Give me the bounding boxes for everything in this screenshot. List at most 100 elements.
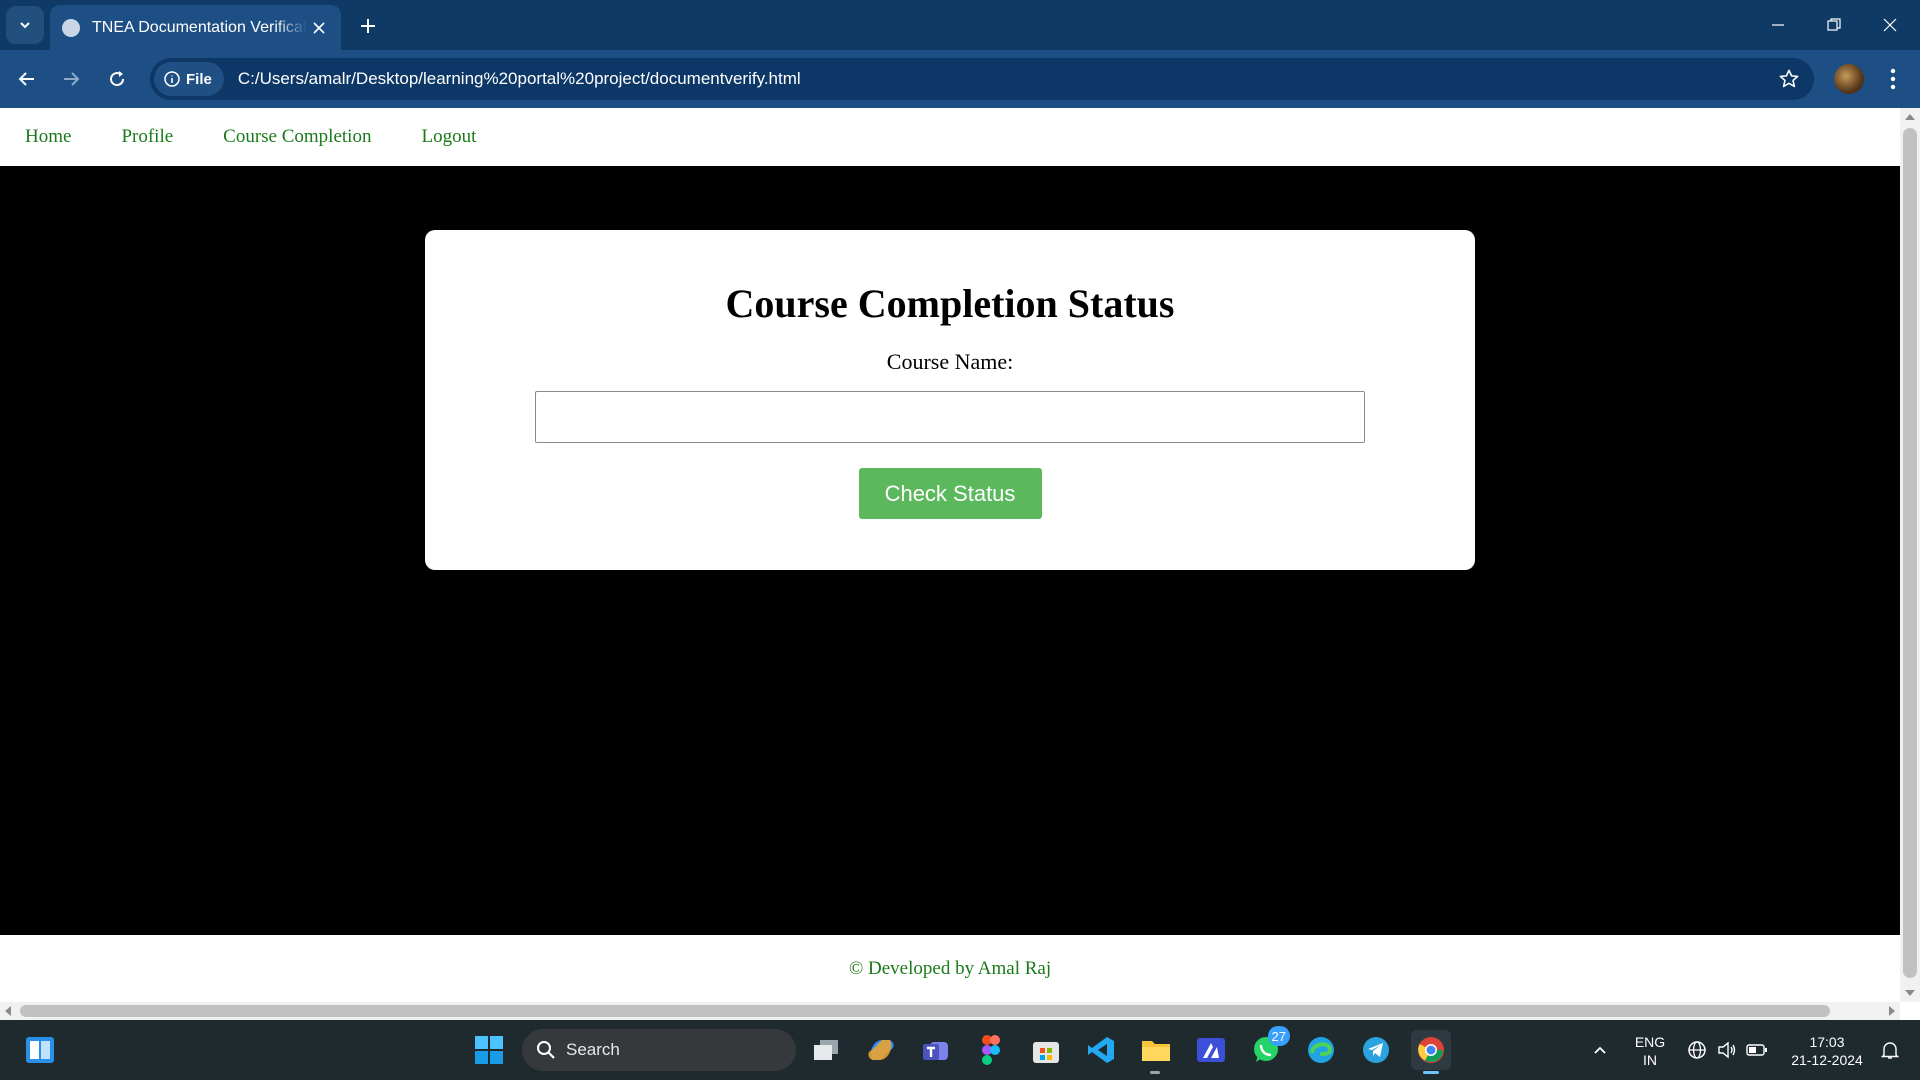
address-bar[interactable]: File C:/Users/amalr/Desktop/learning%20p… [150,58,1814,100]
scrollbar-corner [1900,1002,1920,1020]
chevron-up-icon [1594,1046,1606,1054]
whatsapp-icon[interactable]: 27 [1246,1026,1290,1070]
running-indicator [1150,1071,1160,1074]
reload-icon [110,71,125,87]
taskbar: Search 27 ENG IN 17:03 21-12-2024 [0,1020,1920,1080]
show-hidden-icons-button[interactable] [1582,1030,1618,1070]
back-button[interactable] [8,60,46,98]
chevron-down-icon [20,22,30,29]
page-title: Course Completion Status [725,281,1175,326]
telegram-glyph-icon [1363,1037,1389,1063]
volume-icon[interactable] [1712,1030,1742,1070]
copilot-glyph-icon [868,1040,894,1060]
minimize-icon [1772,24,1784,26]
globe-network-icon [1688,1041,1706,1059]
more-vertical-icon [1890,68,1896,90]
battery-icon[interactable] [1742,1030,1772,1070]
scroll-right-arrow-icon[interactable] [1889,1006,1895,1016]
clock-date: 21-12-2024 [1791,1052,1863,1068]
copilot-icon[interactable] [861,1030,901,1070]
tab-search-button[interactable] [6,6,44,44]
folder-icon [1142,1041,1170,1061]
horizontal-scroll-thumb[interactable] [20,1005,1830,1017]
arrow-left-icon [18,72,34,86]
nav-link-home[interactable]: Home [25,126,71,148]
new-tab-button[interactable] [352,10,384,42]
clock-time: 17:03 [1809,1034,1845,1050]
browser-tab-bar: TNEA Documentation Verification [0,0,1920,50]
app-glyph-icon [1197,1038,1225,1062]
tab-close-button[interactable] [309,18,329,38]
course-name-label: Course Name: [886,349,1014,374]
forward-button[interactable] [52,60,90,98]
telegram-icon[interactable] [1356,1030,1396,1070]
scroll-up-arrow-icon[interactable] [1905,114,1915,120]
scroll-down-arrow-icon[interactable] [1905,990,1915,996]
browser-toolbar: File C:/Users/amalr/Desktop/learning%20p… [0,50,1920,108]
vertical-scroll-thumb[interactable] [1903,128,1917,978]
teams-icon[interactable] [916,1030,956,1070]
figma-glyph-icon [982,1035,1000,1065]
page-viewport: Home Profile Course Completion Logout Co… [0,108,1900,1002]
widgets-button[interactable] [20,1030,60,1070]
search-icon [537,1041,555,1059]
chrome-icon[interactable] [1411,1030,1451,1074]
nav-link-logout[interactable]: Logout [421,126,476,148]
notifications-button[interactable] [1874,1030,1906,1070]
language-region: IN [1643,1052,1657,1068]
close-window-button[interactable] [1862,0,1918,50]
network-icon[interactable] [1682,1030,1712,1070]
battery-glyph-icon [1746,1044,1767,1056]
app-icon[interactable] [1191,1030,1231,1070]
language-indicator[interactable]: ENG IN [1628,1033,1672,1069]
globe-icon [62,18,80,37]
browser-tab[interactable]: TNEA Documentation Verification [50,5,341,50]
close-icon [1883,18,1897,32]
check-status-button[interactable]: Check Status [858,468,1042,519]
task-view-glyph-icon [814,1040,838,1060]
browser-menu-button[interactable] [1880,64,1906,94]
tab-title: TNEA Documentation Verification [92,18,307,36]
profile-avatar[interactable] [1834,64,1864,94]
whatsapp-badge: 27 [1267,1026,1290,1046]
footer-credit: © Developed by Amal Raj [848,957,1052,979]
site-info-chip[interactable]: File [154,62,224,96]
minimize-button[interactable] [1750,0,1806,50]
teams-glyph-icon [923,1042,948,1060]
edge-glyph-icon [1308,1037,1334,1063]
nav-link-profile[interactable]: Profile [121,126,173,148]
start-button[interactable] [469,1030,509,1070]
arrow-right-icon [64,72,80,86]
store-icon[interactable] [1026,1030,1066,1070]
site-navbar: Home Profile Course Completion Logout [0,108,1900,166]
vscode-icon[interactable] [1081,1030,1121,1070]
vscode-glyph-icon [1088,1037,1114,1063]
figma-icon[interactable] [971,1030,1011,1070]
course-name-input[interactable] [535,391,1365,443]
file-explorer-icon[interactable] [1136,1030,1176,1074]
plus-icon [361,19,375,33]
reload-button[interactable] [98,60,136,98]
restore-icon [1827,18,1841,31]
bell-icon [1881,1042,1899,1059]
speaker-icon [1718,1041,1736,1059]
site-footer: © Developed by Amal Raj [0,935,1900,1002]
language-code: ENG [1634,1034,1666,1050]
url-text: C:/Users/amalr/Desktop/learning%20portal… [237,69,801,88]
edge-icon[interactable] [1301,1030,1341,1070]
close-icon [313,21,325,34]
scroll-left-arrow-icon[interactable] [5,1006,11,1016]
nav-link-course-completion[interactable]: Course Completion [223,126,371,148]
bookmark-star-icon[interactable] [1778,68,1800,90]
active-indicator [1423,1071,1439,1074]
vertical-scrollbar[interactable] [1900,108,1920,1002]
restore-button[interactable] [1806,0,1862,50]
course-status-card: Course Completion Status Course Name: Ch… [425,230,1475,570]
task-view-icon[interactable] [806,1030,846,1070]
clock[interactable]: 17:03 21-12-2024 [1782,1033,1872,1069]
chrome-glyph-icon [1418,1037,1444,1063]
site-info-label: File [186,70,212,88]
horizontal-scrollbar[interactable] [0,1002,1900,1020]
taskbar-search[interactable]: Search [522,1029,796,1071]
search-label: Search [566,1040,620,1059]
